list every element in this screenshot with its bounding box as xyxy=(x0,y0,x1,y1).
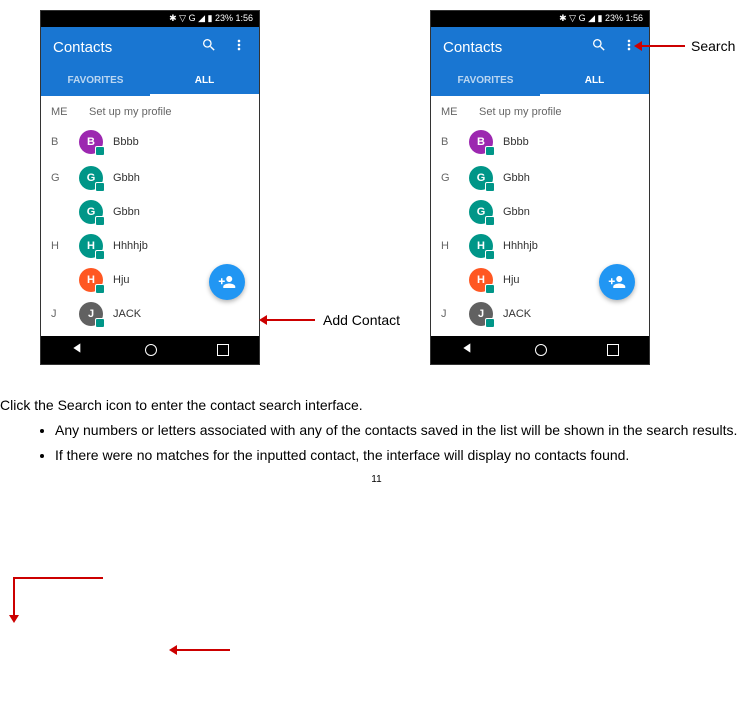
app-title: Contacts xyxy=(53,39,112,56)
down-arrow-annotation xyxy=(13,577,15,617)
app-bar: Contacts xyxy=(431,27,649,67)
instruction-main: Click the Search icon to enter the conta… xyxy=(0,395,753,416)
avatar: G xyxy=(79,166,103,190)
recent-icon[interactable] xyxy=(217,344,229,356)
avatar: H xyxy=(469,234,493,258)
tab-favorites[interactable]: FAVORITES xyxy=(41,67,150,96)
annotation-add-contact: Add Contact xyxy=(265,312,400,328)
profile-text: Set up my profile xyxy=(89,106,172,118)
instruction-bullet: Any numbers or letters associated with a… xyxy=(55,420,753,441)
contact-row[interactable]: GG Gbbh xyxy=(41,160,259,196)
tab-all[interactable]: ALL xyxy=(540,67,649,96)
contact-row[interactable]: HH Hhhhjb xyxy=(41,228,259,264)
contact-row[interactable]: GG Gbbh xyxy=(431,160,649,196)
app-bar: Contacts xyxy=(41,27,259,67)
avatar: J xyxy=(469,302,493,326)
section-letter: J xyxy=(51,308,79,320)
section-letter: H xyxy=(441,240,469,252)
home-icon[interactable] xyxy=(535,344,547,356)
contact-row[interactable]: BB Bbbb xyxy=(41,124,259,160)
contact-name: Bbbb xyxy=(503,136,529,148)
contact-row[interactable]: G Gbbn xyxy=(41,196,259,228)
profile-text: Set up my profile xyxy=(479,106,562,118)
status-bar: ✱ ▽ G ◢ ▮ 23% 1:56 xyxy=(431,11,649,27)
section-letter: J xyxy=(441,308,469,320)
app-title: Contacts xyxy=(443,39,502,56)
avatar: H xyxy=(469,268,493,292)
tabs: FAVORITES ALL xyxy=(431,67,649,96)
person-add-icon xyxy=(218,273,236,291)
contact-name: Gbbn xyxy=(113,206,140,218)
add-contact-fab[interactable] xyxy=(209,264,245,300)
status-bar: ✱ ▽ G ◢ ▮ 23% 1:56 xyxy=(41,11,259,27)
profile-me-label: ME xyxy=(51,106,79,118)
contact-name: Gbbh xyxy=(113,172,140,184)
tabs: FAVORITES ALL xyxy=(41,67,259,96)
page-number: 11 xyxy=(0,472,753,487)
phone-screenshot-left: ✱ ▽ G ◢ ▮ 23% 1:56 Contacts FAVORITES AL… xyxy=(40,10,260,365)
profile-row[interactable]: ME Set up my profile xyxy=(431,96,649,124)
avatar: J xyxy=(79,302,103,326)
contact-row[interactable]: HH Hhhhjb xyxy=(431,228,649,264)
phone-screenshot-right: ✱ ▽ G ◢ ▮ 23% 1:56 Contacts FAVORITES AL… xyxy=(430,10,650,365)
section-letter: G xyxy=(51,172,79,184)
add-contact-fab[interactable] xyxy=(599,264,635,300)
contact-list: ME Set up my profile BBBbbbGGGbbhGGbbnHH… xyxy=(41,96,259,336)
nav-bar xyxy=(431,336,649,364)
instruction-bullet: If there were no matches for the inputte… xyxy=(55,445,753,466)
contact-row[interactable]: JJ JACK xyxy=(41,296,259,332)
contact-row[interactable]: BB Bbbb xyxy=(431,124,649,160)
annotation-search: Search xyxy=(640,38,735,54)
instructions: Click the Search icon to enter the conta… xyxy=(0,395,753,487)
section-letter: G xyxy=(441,172,469,184)
person-add-icon xyxy=(608,273,626,291)
profile-row[interactable]: ME Set up my profile xyxy=(41,96,259,124)
contact-name: Hju xyxy=(113,274,130,286)
section-letter: B xyxy=(51,136,79,148)
avatar: H xyxy=(79,268,103,292)
contact-name: JACK xyxy=(113,308,141,320)
contact-name: JACK xyxy=(503,308,531,320)
contact-row[interactable]: JJ JACK xyxy=(431,296,649,332)
contact-name: Gbbn xyxy=(503,206,530,218)
avatar: H xyxy=(79,234,103,258)
contact-row[interactable]: G Gbbn xyxy=(431,196,649,228)
search-icon[interactable] xyxy=(591,37,607,58)
nav-bar xyxy=(41,336,259,364)
avatar: B xyxy=(79,130,103,154)
avatar: G xyxy=(469,166,493,190)
contact-name: Hhhhjb xyxy=(113,240,148,252)
home-icon[interactable] xyxy=(145,344,157,356)
annotation-add-label: Add Contact xyxy=(323,312,400,328)
avatar: G xyxy=(469,200,493,224)
search-icon[interactable] xyxy=(201,37,217,58)
tab-all[interactable]: ALL xyxy=(150,67,259,96)
left-arrow-annotation xyxy=(175,649,230,651)
contact-name: Gbbh xyxy=(503,172,530,184)
section-letter: B xyxy=(441,136,469,148)
contact-name: Bbbb xyxy=(113,136,139,148)
back-icon[interactable] xyxy=(461,341,475,360)
avatar: G xyxy=(79,200,103,224)
back-icon[interactable] xyxy=(71,341,85,360)
bottom-arrows xyxy=(0,577,753,697)
section-letter: H xyxy=(51,240,79,252)
recent-icon[interactable] xyxy=(607,344,619,356)
avatar: B xyxy=(469,130,493,154)
contact-list: ME Set up my profile BBBbbbGGGbbhGGbbnHH… xyxy=(431,96,649,336)
profile-me-label: ME xyxy=(441,106,469,118)
tab-favorites[interactable]: FAVORITES xyxy=(431,67,540,96)
more-icon[interactable] xyxy=(231,37,247,58)
contact-name: Hju xyxy=(503,274,520,286)
annotation-search-label: Search xyxy=(691,38,735,54)
contact-name: Hhhhjb xyxy=(503,240,538,252)
